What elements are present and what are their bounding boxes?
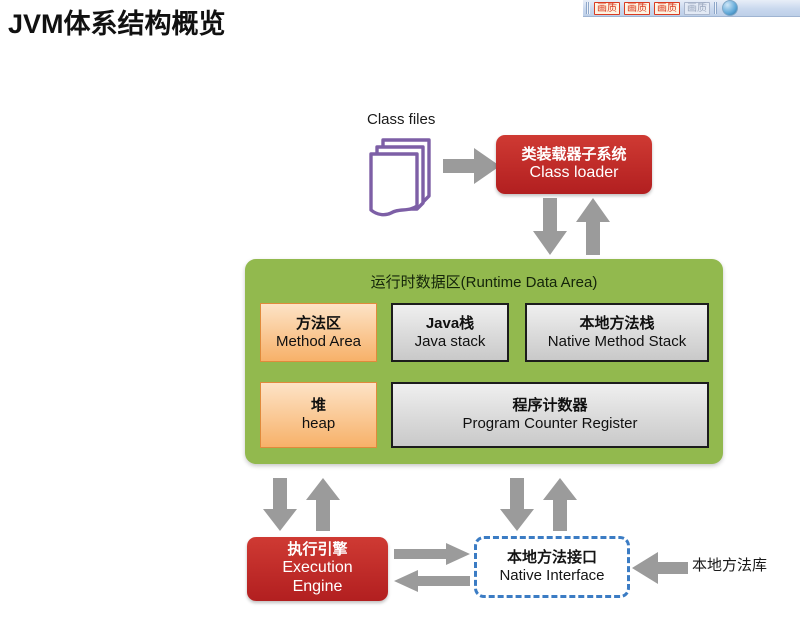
class-files-label: Class files <box>367 111 436 128</box>
method-area-label-cn: 方法区 <box>295 314 341 332</box>
program-counter-label-en: Program Counter Register <box>462 415 638 432</box>
java-stack-label-cn: Java栈 <box>425 314 475 332</box>
native-method-stack-label-cn: 本地方法栈 <box>579 314 655 332</box>
native-interface-label-en: Native Interface <box>499 567 605 584</box>
arrow-nativelibrary-to-interface-left <box>632 552 688 589</box>
arrow-runtime-to-engine-down <box>263 478 297 537</box>
java-stack-label-en: Java stack <box>414 332 486 350</box>
arrow-runtime-to-native-down <box>500 478 534 537</box>
page-title: JVM体系结构概览 <box>8 9 226 39</box>
native-interface-label-cn: 本地方法接口 <box>506 549 597 566</box>
heap-cell[interactable]: 堆 heap <box>260 382 377 448</box>
quality-button-4[interactable]: 画质 <box>684 1 710 15</box>
program-counter-label-cn: 程序计数器 <box>512 397 588 414</box>
runtime-data-area-title: 运行时数据区(Runtime Data Area) <box>370 274 598 291</box>
heap-label-en: heap <box>301 415 336 432</box>
heap-label-cn: 堆 <box>310 397 326 414</box>
runtime-data-area-panel: 运行时数据区(Runtime Data Area) 方法区 Method Are… <box>245 259 723 464</box>
arrow-engine-to-runtime-up <box>306 478 340 537</box>
method-area-cell[interactable]: 方法区 Method Area <box>260 303 377 362</box>
execution-engine-label-en2: Engine <box>292 577 343 595</box>
toolbar-separator <box>714 2 717 14</box>
class-loader-label-en: Class loader <box>529 163 619 181</box>
execution-engine-label-en: Execution <box>282 558 353 576</box>
native-interface-box[interactable]: 本地方法接口 Native Interface <box>474 536 630 598</box>
arrow-classloader-down <box>533 198 567 261</box>
arrow-native-to-engine-left <box>394 570 470 597</box>
native-method-stack-cell[interactable]: 本地方法栈 Native Method Stack <box>525 303 709 362</box>
toolbar-grip[interactable] <box>586 2 590 14</box>
native-method-stack-label-en: Native Method Stack <box>547 332 687 350</box>
quality-button-2[interactable]: 画质 <box>624 1 650 15</box>
quality-button-1[interactable]: 画质 <box>594 1 620 15</box>
class-loader-label-cn: 类装载器子系统 <box>521 146 627 164</box>
java-stack-cell[interactable]: Java栈 Java stack <box>391 303 509 362</box>
method-area-label-en: Method Area <box>275 332 362 350</box>
class-loader-box[interactable]: 类装载器子系统 Class loader <box>496 135 652 194</box>
arrow-classloader-up <box>576 198 610 261</box>
program-counter-register-cell[interactable]: 程序计数器 Program Counter Register <box>391 382 709 448</box>
quality-button-3[interactable]: 画质 <box>654 1 680 15</box>
execution-engine-box[interactable]: 执行引擎 Execution Engine <box>247 537 388 601</box>
native-library-label: 本地方法库 <box>692 557 768 574</box>
stacked-documents-icon <box>365 136 435 220</box>
arrow-classfiles-to-classloader <box>443 148 501 189</box>
app-logo-icon[interactable] <box>722 0 738 16</box>
browser-toolbar[interactable]: 画质 画质 画质 画质 <box>583 0 800 17</box>
arrow-engine-to-native-right <box>394 543 470 570</box>
arrow-native-to-runtime-up <box>543 478 577 537</box>
execution-engine-label-cn: 执行引擎 <box>287 541 348 559</box>
